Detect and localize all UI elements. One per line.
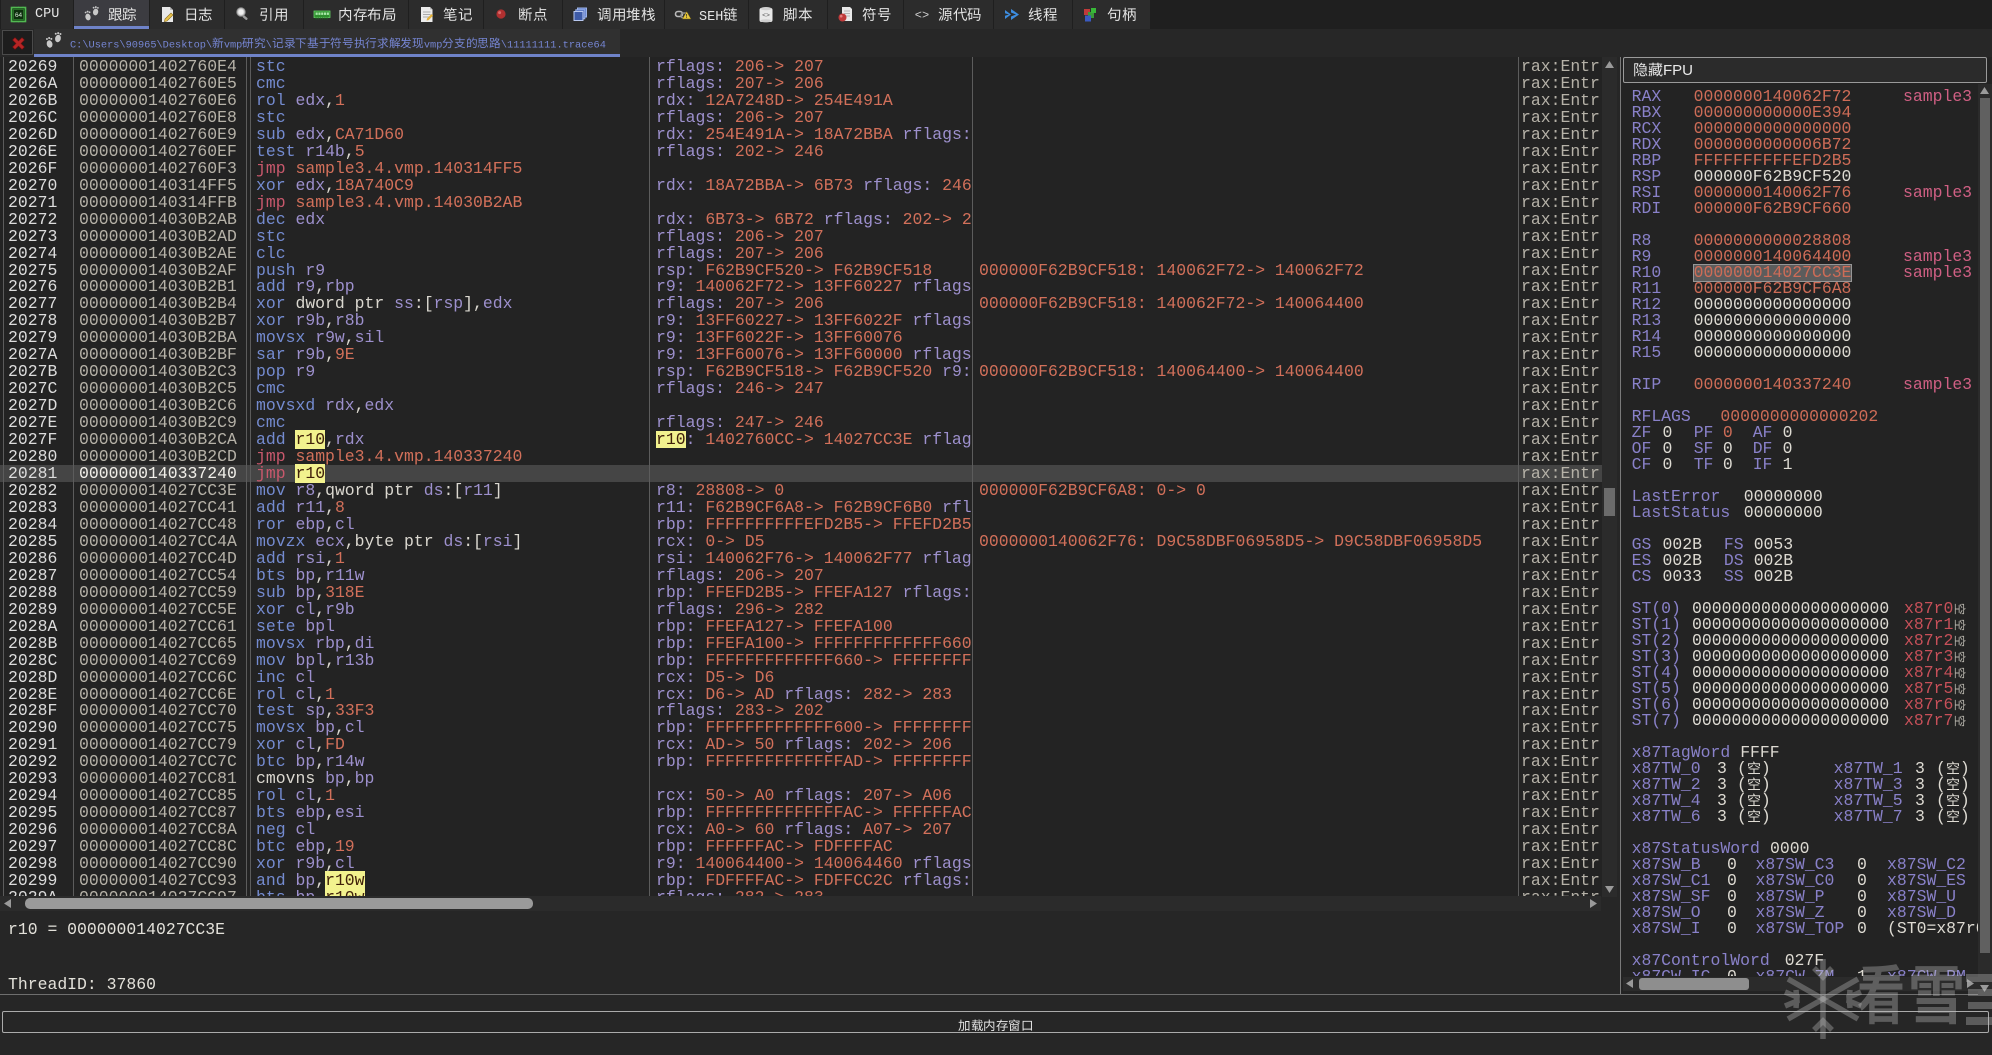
svg-text:64: 64 (15, 12, 23, 19)
svg-text:<>: <> (915, 9, 929, 23)
svg-text:!: ! (686, 14, 688, 20)
svg-text:<>: <> (762, 12, 770, 19)
